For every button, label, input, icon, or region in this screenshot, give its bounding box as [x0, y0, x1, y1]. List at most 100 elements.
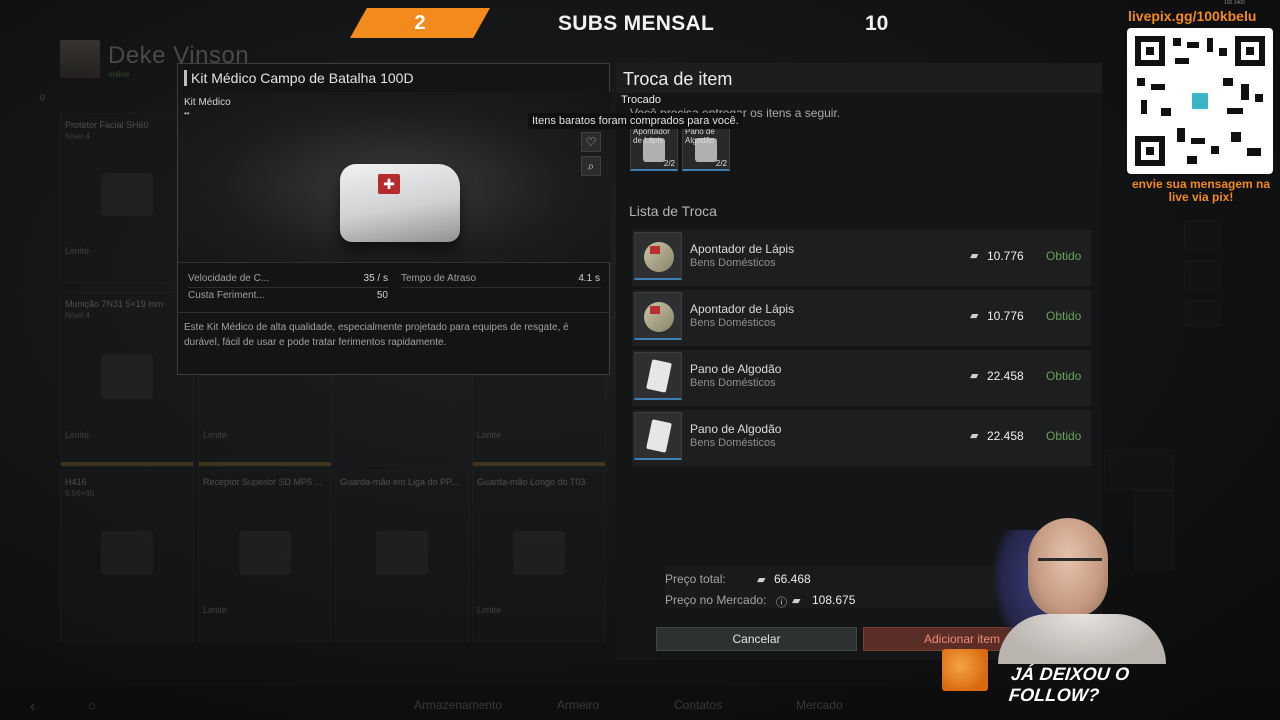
nav-market[interactable]: Mercado — [796, 698, 843, 712]
row-item-category: Bens Domésticos — [690, 377, 776, 389]
row-item-price: 10.776 — [987, 309, 1024, 323]
market-price-label: Preço no Mercado: — [665, 593, 767, 607]
bg-item-image — [512, 530, 566, 575]
bg-add-button[interactable] — [1184, 300, 1220, 326]
required-item-label: Apontador de Lápis — [633, 127, 670, 145]
search-icon[interactable]: ⌕ — [581, 156, 601, 176]
trade-list-row[interactable]: Apontador de Lápis Bens Domésticos ▰ 10.… — [632, 290, 1091, 346]
cancel-button[interactable]: Cancelar — [656, 627, 857, 651]
tooltip-title: Trocado — [621, 94, 661, 106]
required-item-count: 2/2 — [715, 159, 727, 168]
trade-title: Troca de item — [623, 69, 733, 89]
total-price-label: Preço total: — [665, 572, 726, 586]
item-thumbnail — [634, 352, 682, 400]
trade-list-row[interactable]: Pano de Algodão Bens Domésticos ▰ 22.458… — [632, 410, 1091, 466]
bg-item-limit: Limite — [203, 430, 228, 440]
follow-logo-icon — [942, 649, 988, 691]
bg-item-limit: Limite — [477, 430, 502, 440]
bg-item-card[interactable]: Munição 7N31 5×19 mm Nível 4 Limite — [60, 292, 194, 467]
bg-item-limit: Limite — [477, 605, 502, 615]
row-item-price: 22.458 — [987, 429, 1024, 443]
row-item-status: Obtido — [1046, 429, 1082, 443]
bg-side-button[interactable] — [1184, 260, 1220, 290]
row-item-name: Apontador de Lápis — [690, 242, 795, 256]
bg-item-card[interactable]: Receptor Superior SD MP5 ... Limite — [198, 470, 332, 642]
home-icon[interactable]: ⌂ — [88, 698, 95, 712]
qr-module — [1241, 84, 1249, 100]
qr-module — [1161, 108, 1171, 116]
stat-value: 4.1 s — [578, 273, 600, 284]
bg-item-limit: Limite — [203, 605, 228, 615]
bg-item-card[interactable]: Guarda-mão em Liga do PP... — [335, 470, 469, 642]
tooltip: Itens baratos foram comprados para você. — [528, 113, 743, 129]
bg-item-name: Guarda-mão em Liga do PP... — [340, 477, 459, 487]
money-icon: ▰ — [970, 370, 979, 382]
back-icon[interactable]: ‹ — [30, 698, 35, 716]
medical-cross-icon: ✚ — [378, 174, 400, 194]
nav-gunsmith[interactable]: Armeiro — [557, 698, 599, 712]
bg-item-card[interactable]: Protetor Facial SH60 Nível 4 Limite — [60, 113, 194, 283]
pix-logo-icon — [1189, 90, 1211, 112]
qr-module — [1175, 58, 1189, 64]
required-item[interactable]: Pano de Algodão 2/2 — [682, 125, 730, 171]
bg-item-card[interactable]: H416 5.56×45 — [60, 470, 194, 642]
subs-goal-bar: 2 SUBS MENSAL 10 — [350, 6, 910, 40]
bg-item-name: Guarda-mão Longo do T03 — [477, 477, 586, 487]
bg-item-image — [375, 530, 429, 575]
row-item-name: Pano de Algodão — [690, 422, 782, 436]
follow-text: JÁ DEIXOU O FOLLOW? — [1007, 664, 1131, 705]
bg-item-sub: 5.56×45 — [65, 489, 95, 498]
stat-divider — [188, 287, 388, 288]
webcam-overlay — [990, 510, 1170, 664]
qr-code — [1127, 28, 1273, 174]
qr-finder — [1135, 136, 1165, 166]
row-item-price: 10.776 — [987, 249, 1024, 263]
stat-label: Velocidade de C... — [188, 273, 270, 284]
required-item[interactable]: Apontador de Lápis 2/2 — [630, 125, 678, 171]
qr-module — [1255, 94, 1263, 102]
bg-inventory-slot[interactable] — [1104, 450, 1174, 490]
trade-list-row[interactable]: Apontador de Lápis Bens Domésticos ▰ 10.… — [632, 230, 1091, 286]
bg-item-card[interactable]: Guarda-mão Longo do T03 Limite — [472, 470, 606, 642]
row-item-status: Obtido — [1046, 249, 1082, 263]
row-item-category: Bens Domésticos — [690, 257, 776, 269]
bg-item-name: Receptor Superior SD MP5 ... — [203, 477, 323, 487]
info-icon[interactable]: ⓘ — [776, 594, 787, 610]
qr-module — [1177, 128, 1185, 142]
stat-divider — [401, 287, 601, 288]
trade-list-title: Lista de Troca — [629, 203, 717, 219]
bg-item-image — [100, 530, 154, 575]
bg-side-button[interactable] — [1184, 220, 1220, 250]
required-item-count: 2/2 — [663, 159, 675, 168]
nav-contacts[interactable]: Contatos — [674, 698, 722, 712]
bg-item-name: H416 — [65, 477, 87, 487]
row-item-category: Bens Domésticos — [690, 437, 776, 449]
subs-title: SUBS MENSAL — [558, 12, 715, 35]
trader-status: online — [108, 70, 130, 79]
bg-item-image — [100, 172, 154, 217]
nav-storage[interactable]: Armazenamento — [414, 698, 502, 712]
medkit-image: ✚ — [340, 164, 460, 242]
qr-module — [1191, 138, 1205, 144]
row-item-category: Bens Domésticos — [690, 317, 776, 329]
bg-item-sub: Nível 4 — [65, 311, 90, 320]
qr-module — [1211, 146, 1219, 154]
bg-item-card[interactable]: Limite — [198, 375, 332, 467]
qr-module — [1219, 48, 1227, 56]
trade-list-row[interactable]: Pano de Algodão Bens Domésticos ▰ 22.458… — [632, 350, 1091, 406]
bg-item-card[interactable]: Limite — [472, 375, 606, 467]
sharpener-icon — [644, 302, 674, 332]
price-summary: Preço total: ▰ 66.468 Preço no Mercado: … — [665, 566, 995, 610]
qr-module — [1247, 148, 1261, 156]
qr-module — [1223, 78, 1233, 86]
stat-label: Tempo de Atraso — [401, 273, 477, 284]
trade-header: Troca de item — [616, 63, 1102, 93]
bg-item-image — [100, 353, 154, 399]
row-item-status: Obtido — [1046, 369, 1082, 383]
market-price-value: 108.675 — [812, 593, 856, 607]
heart-icon[interactable]: ♡ — [581, 132, 601, 152]
follow-banner: JÁ DEIXOU O FOLLOW? — [942, 646, 1192, 705]
item-thumbnail — [634, 232, 682, 280]
money-icon: ▰ — [757, 574, 766, 586]
sharpener-icon — [644, 242, 674, 272]
